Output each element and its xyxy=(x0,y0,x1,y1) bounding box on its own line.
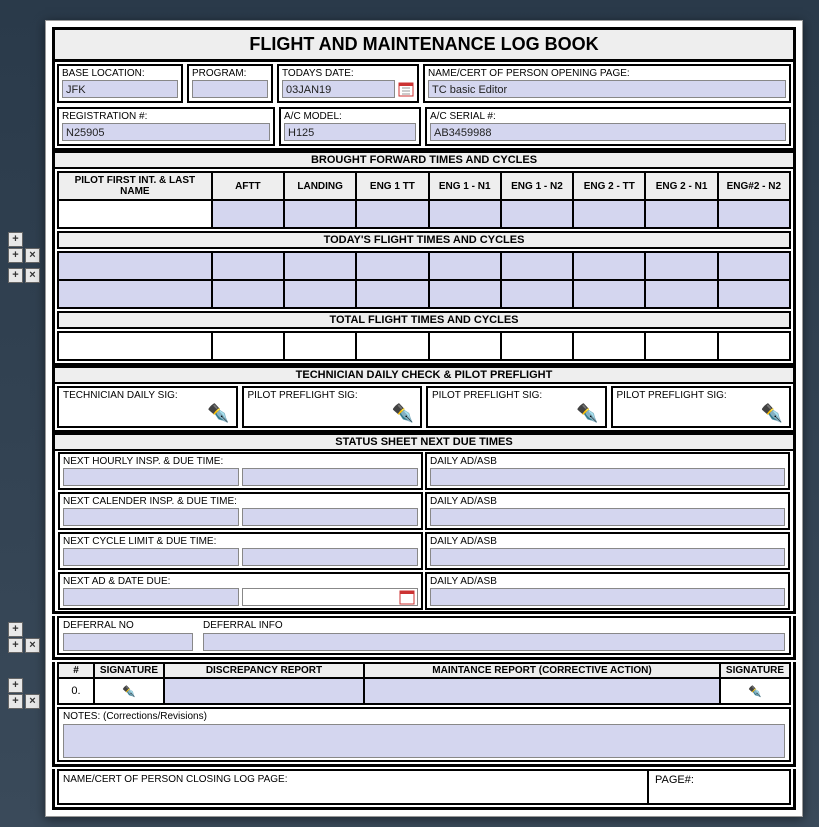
add-row-icon[interactable]: + xyxy=(8,694,23,709)
ac-serial-label: A/C SERIAL #: xyxy=(430,111,786,122)
grid-header: ENG 1 - N1 xyxy=(429,172,501,200)
add-row-icon[interactable]: + xyxy=(8,268,23,283)
today-row[interactable] xyxy=(58,252,790,280)
daily-ad-input[interactable] xyxy=(430,468,785,486)
deferral-no-label: DEFERRAL NO xyxy=(63,620,203,631)
next-ad-input-1[interactable] xyxy=(63,588,239,606)
grid-header: PILOT FIRST INT. & LAST NAME xyxy=(58,172,212,200)
signature-icon[interactable]: ✒️ xyxy=(392,403,414,424)
registration-input[interactable]: N25905 xyxy=(62,123,270,141)
disc-maint-input[interactable] xyxy=(364,678,720,704)
page-number-label: PAGE#: xyxy=(655,774,785,800)
calendar-icon[interactable] xyxy=(398,81,414,97)
total-grid xyxy=(57,331,791,361)
pilot-sig-cell[interactable]: PILOT PREFLIGHT SIG: ✒️ xyxy=(426,386,607,428)
next-cycle-input-2[interactable] xyxy=(242,548,418,566)
closing-person-label: NAME/CERT OF PERSON CLOSING LOG PAGE: xyxy=(63,774,655,800)
discrepancy-table: # SIGNATURE DISCREPANCY REPORT MAINTANCE… xyxy=(57,662,791,705)
next-calendar-input-2[interactable] xyxy=(242,508,418,526)
grid-header: ENG 1 TT xyxy=(356,172,428,200)
next-cycle-label: NEXT CYCLE LIMIT & DUE TIME: xyxy=(63,536,418,547)
total-row xyxy=(58,332,790,360)
remove-row-icon[interactable]: × xyxy=(25,268,40,283)
base-location-input[interactable]: JFK xyxy=(62,80,178,98)
disc-report-header: DISCREPANCY REPORT xyxy=(164,663,364,678)
deferral-info-label: DEFERRAL INFO xyxy=(203,620,785,631)
disc-maint-header: MAINTANCE REPORT (CORRECTIVE ACTION) xyxy=(364,663,720,678)
tech-band: TECHNICIAN DAILY CHECK & PILOT PREFLIGHT xyxy=(55,366,793,384)
status-band: STATUS SHEET NEXT DUE TIMES xyxy=(55,433,793,451)
bf-row xyxy=(58,200,790,228)
disc-num-header: # xyxy=(58,663,94,678)
next-cycle-input-1[interactable] xyxy=(63,548,239,566)
todays-date-input[interactable]: 03JAN19 xyxy=(282,80,395,98)
total-band: TOTAL FLIGHT TIMES AND CYCLES xyxy=(57,311,791,329)
grid-header: ENG 1 - N2 xyxy=(501,172,573,200)
remove-row-icon[interactable]: × xyxy=(25,248,40,263)
signature-icon[interactable]: ✒️ xyxy=(576,403,598,424)
next-hourly-input-2[interactable] xyxy=(242,468,418,486)
deferral-no-input[interactable] xyxy=(63,633,193,651)
grid-header: ENG#2 - N2 xyxy=(718,172,790,200)
add-row-icon[interactable]: + xyxy=(8,678,23,693)
add-row-icon[interactable]: + xyxy=(8,638,23,653)
signature-icon[interactable]: ✒️ xyxy=(122,686,136,698)
next-calendar-input-1[interactable] xyxy=(63,508,239,526)
disc-sig-header: SIGNATURE xyxy=(94,663,164,678)
grid-header: ENG 2 - N1 xyxy=(645,172,717,200)
today-grid xyxy=(57,251,791,309)
next-hourly-label: NEXT HOURLY INSP. & DUE TIME: xyxy=(63,456,418,467)
grid-header: LANDING xyxy=(284,172,356,200)
pilot-sig-cell[interactable]: PILOT PREFLIGHT SIG: ✒️ xyxy=(242,386,423,428)
page-title: FLIGHT AND MAINTENANCE LOG BOOK xyxy=(52,27,796,62)
ac-serial-input[interactable]: AB3459988 xyxy=(430,123,786,141)
pilot-sig-cell[interactable]: PILOT PREFLIGHT SIG: ✒️ xyxy=(611,386,792,428)
times-grid: PILOT FIRST INT. & LAST NAMEAFTTLANDINGE… xyxy=(57,171,791,229)
signature-icon[interactable]: ✒️ xyxy=(207,403,229,424)
tech-sig-cell[interactable]: TECHNICIAN DAILY SIG: ✒️ xyxy=(57,386,238,428)
person-opening-input[interactable]: TC basic Editor xyxy=(428,80,786,98)
signature-icon[interactable]: ✒️ xyxy=(748,686,762,698)
disc-report-input[interactable] xyxy=(164,678,364,704)
daily-ad-input[interactable] xyxy=(430,508,785,526)
log-book-page: FLIGHT AND MAINTENANCE LOG BOOK BASE LOC… xyxy=(45,20,803,817)
daily-ad-label: DAILY AD/ASB xyxy=(430,536,785,547)
ac-model-input[interactable]: H125 xyxy=(284,123,416,141)
next-ad-label: NEXT AD & DATE DUE: xyxy=(63,576,418,587)
notes-input[interactable] xyxy=(63,724,785,758)
daily-ad-input[interactable] xyxy=(430,548,785,566)
today-row[interactable] xyxy=(58,280,790,308)
next-ad-date-input[interactable] xyxy=(242,588,418,606)
notes-label: NOTES: (Corrections/Revisions) xyxy=(63,711,785,722)
next-calendar-label: NEXT CALENDER INSP. & DUE TIME: xyxy=(63,496,418,507)
registration-label: REGISTRATION #: xyxy=(62,111,270,122)
disc-sig2-header: SIGNATURE xyxy=(720,663,790,678)
calendar-icon[interactable] xyxy=(399,589,415,605)
add-row-icon[interactable]: + xyxy=(8,248,23,263)
remove-row-icon[interactable]: × xyxy=(25,694,40,709)
next-hourly-input-1[interactable] xyxy=(63,468,239,486)
grid-header: AFTT xyxy=(212,172,284,200)
person-opening-label: NAME/CERT OF PERSON OPENING PAGE: xyxy=(428,68,786,79)
daily-ad-label: DAILY AD/ASB xyxy=(430,456,785,467)
add-row-icon[interactable]: + xyxy=(8,232,23,247)
daily-ad-label: DAILY AD/ASB xyxy=(430,576,785,587)
signature-icon[interactable]: ✒️ xyxy=(761,403,783,424)
todays-date-label: TODAYS DATE: xyxy=(282,68,414,79)
ac-model-label: A/C MODEL: xyxy=(284,111,416,122)
brought-forward-band: BROUGHT FORWARD TIMES AND CYCLES xyxy=(55,151,793,169)
deferral-info-input[interactable] xyxy=(203,633,785,651)
program-label: PROGRAM: xyxy=(192,68,268,79)
program-input[interactable] xyxy=(192,80,268,98)
disc-row-num: 0. xyxy=(58,678,94,704)
base-location-label: BASE LOCATION: xyxy=(62,68,178,79)
disc-row[interactable]: 0. ✒️ ✒️ xyxy=(58,678,790,704)
remove-row-icon[interactable]: × xyxy=(25,638,40,653)
grid-header: ENG 2 - TT xyxy=(573,172,645,200)
daily-ad-label: DAILY AD/ASB xyxy=(430,496,785,507)
daily-ad-input[interactable] xyxy=(430,588,785,606)
add-row-icon[interactable]: + xyxy=(8,622,23,637)
today-band: TODAY'S FLIGHT TIMES AND CYCLES xyxy=(57,231,791,249)
